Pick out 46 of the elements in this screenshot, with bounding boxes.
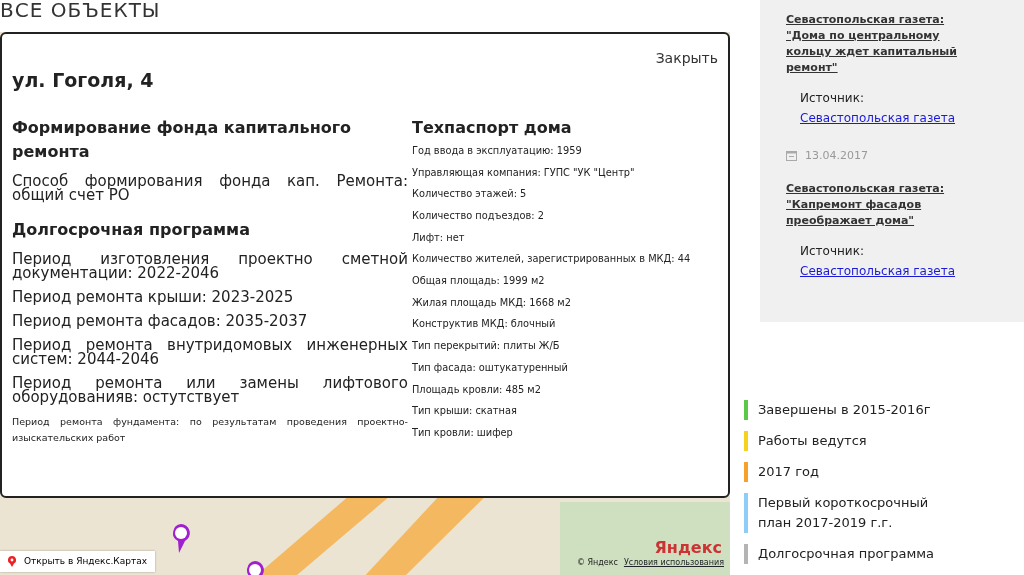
passport-item: Количество жителей, зарегистрированных в МКД: 44 xyxy=(412,252,691,267)
source-label: Источник: xyxy=(800,90,865,107)
legend-label: Работы ведутся xyxy=(758,432,868,450)
location-pin-icon xyxy=(8,555,16,567)
passport-item: Тип крыши: скатная xyxy=(412,404,518,419)
open-in-maps-button[interactable]: Открыть в Яндекс.Картах xyxy=(0,550,155,572)
copyright-text: © Яндекс xyxy=(576,558,618,568)
source-link[interactable]: Севастопольская газета xyxy=(800,111,956,125)
passport-item: Тип фасада: оштукатуренный xyxy=(412,360,569,375)
terms-link[interactable]: Условия использования xyxy=(623,558,724,568)
passport-item: Год ввода в эксплуатацию: 1959 xyxy=(412,143,583,158)
passport-item: Тип перекрытий: плиты Ж/Б xyxy=(412,339,561,354)
calendar-icon xyxy=(786,151,797,162)
map-logo: Яндекс xyxy=(654,537,722,558)
passport-item: Количество этажей: 5 xyxy=(412,187,528,202)
passport-item: Управляющая компания: ГУПС "УК "Центр" xyxy=(412,165,636,180)
section-heading: Техпаспорт дома xyxy=(412,116,573,139)
legend-label: Завершены в 2015-2016г xyxy=(758,401,932,419)
page-heading: ВСЕ ОБЪЕКТЫ xyxy=(0,0,162,24)
info-text: Период ремонта крыши: 2023-2025 xyxy=(12,289,295,304)
map-pin-icon[interactable] xyxy=(170,522,192,554)
info-text: Период ремонта внутридомовых инженерных систем: 2044-2046 xyxy=(12,337,408,366)
info-text: Способ формирования фонда кап. Ремонта: общий счет РО xyxy=(12,173,408,202)
close-link[interactable]: Закрыть xyxy=(655,48,718,69)
passport-item: Тип кровли: шифер xyxy=(412,425,514,440)
news-date: 13.04.2017 xyxy=(805,148,868,164)
legend-label: Первый короткосрочный план 2017-2019 г.г. xyxy=(758,494,930,532)
info-text: Период ремонта фундамента: по результатам проведения проектно-изыскательских работ xyxy=(12,414,408,445)
source-label: Источник: xyxy=(800,242,865,260)
news-title-link[interactable]: Севастопольская газета: "Капремонт фасадов преображает дома" xyxy=(786,180,974,229)
passport-item: Лифт: нет xyxy=(412,230,466,245)
passport-item: Общая площадь: 1999 м2 xyxy=(412,274,546,288)
section-heading: Долгосрочная программа xyxy=(12,218,251,241)
legend-label: Долгосрочная программа xyxy=(758,545,934,563)
info-text: Период изготовления проектно сметной документации: 2022-2046 xyxy=(12,251,408,280)
passport-item: Количество подъездов: 2 xyxy=(412,208,545,223)
passport-item: Площадь кровли: 485 м2 xyxy=(412,382,542,397)
info-text: Период ремонта или замены лифтового оборудованияв: остутствует xyxy=(12,375,408,404)
passport-item: Жилая площадь МКД: 1668 м2 xyxy=(412,295,572,310)
news-title-link[interactable]: Севастопольская газета: "Дома по центральному кольцу ждет капитальный ремонт" xyxy=(786,12,974,76)
address-title: ул. Гоголя, 4 xyxy=(12,69,155,92)
info-text: Период ремонта фасадов: 2035-2037 xyxy=(12,313,309,328)
legend-label: 2017 год xyxy=(758,463,820,481)
passport-item: Конструктив МКД: блочный xyxy=(412,317,557,332)
source-link[interactable]: Севастопольская газета xyxy=(800,263,956,278)
section-heading: Формирование фонда капитального ремонта xyxy=(12,116,353,163)
